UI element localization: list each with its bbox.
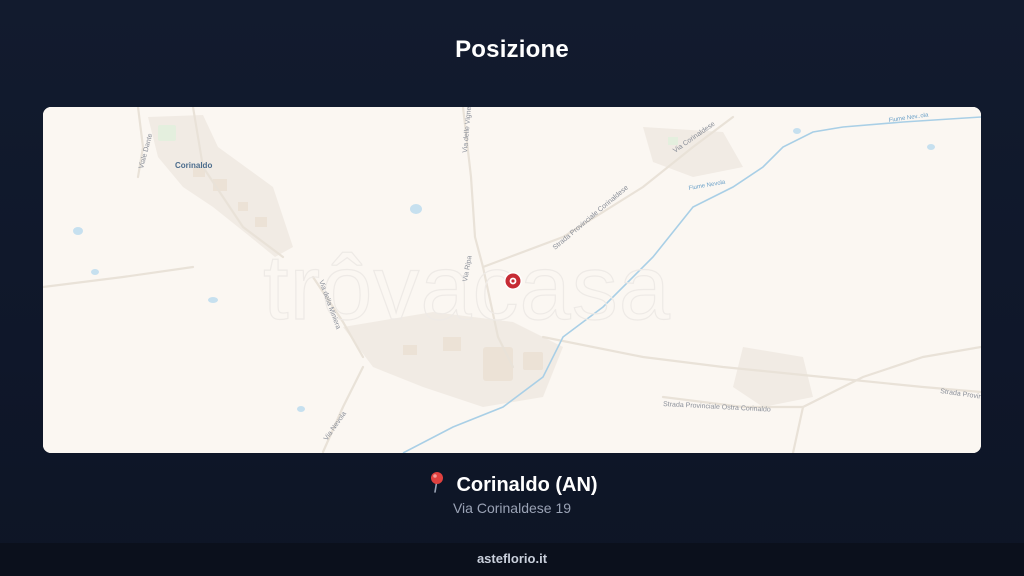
footer: asteflorio.it bbox=[0, 543, 1024, 576]
page: Posizione trôvacasa Corinaldo Viale Dant… bbox=[0, 0, 1024, 576]
location-heading: Corinaldo (AN) bbox=[0, 471, 1024, 499]
map-view[interactable]: trôvacasa Corinaldo Viale Dante Via dell… bbox=[43, 107, 981, 453]
location-place: Corinaldo (AN) bbox=[456, 474, 598, 496]
map-canvas[interactable]: trôvacasa Corinaldo Viale Dante Via dell… bbox=[43, 107, 981, 453]
location-address: Via Corinaldese 19 bbox=[452, 500, 572, 516]
footer-brand[interactable]: asteflorio.it bbox=[477, 551, 547, 566]
page-title: Posizione bbox=[455, 36, 569, 63]
town-label: Corinaldo bbox=[175, 161, 212, 170]
location-marker-icon[interactable] bbox=[504, 272, 522, 290]
round-pushpin-icon bbox=[426, 471, 448, 499]
